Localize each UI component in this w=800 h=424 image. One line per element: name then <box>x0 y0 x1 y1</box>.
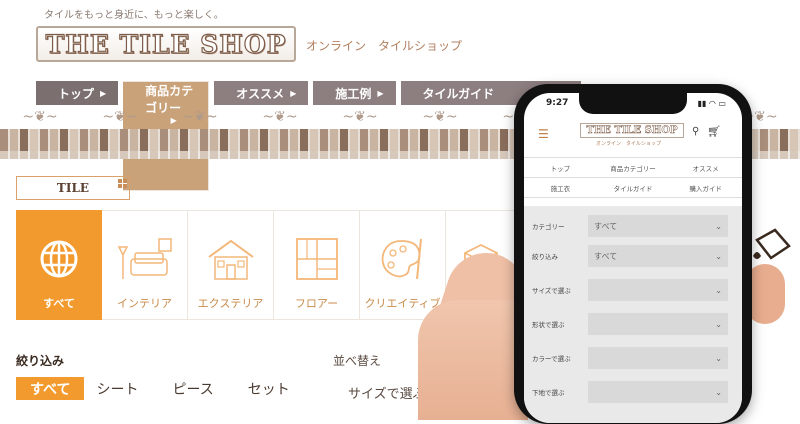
nav-recommended-label: オススメ <box>236 86 285 101</box>
mobile-filter-label: カテゴリー <box>532 223 565 231</box>
mobile-filter-select[interactable]: ⌄ <box>588 279 728 301</box>
filter-tab-set[interactable]: セット <box>226 377 302 400</box>
nav-examples-label: 施工例 <box>335 86 372 101</box>
nav-examples[interactable]: 施工例 ▶ <box>313 81 396 105</box>
category-exterior[interactable]: エクステリア <box>188 210 274 320</box>
mobile-filter-color[interactable]: カラーで選ぶ ⌄ <box>532 346 728 370</box>
phone-screen: 9:27 ▮▮ ◠ ▭ ☰ THE TILE SHOP オンライン タイルショッ… <box>524 93 742 423</box>
house-icon <box>203 229 259 289</box>
mobile-filter-select[interactable]: すべて ⌄ <box>588 245 728 267</box>
menu-icon[interactable]: ☰ <box>538 127 549 141</box>
filter-tab-all[interactable]: すべて <box>16 377 85 400</box>
chevron-down-icon: ⌄ <box>715 251 722 261</box>
chevron-down-icon: ⌄ <box>715 285 722 295</box>
filter-tab-piece[interactable]: ピース <box>150 377 225 400</box>
mobile-filter-select[interactable]: すべて ⌄ <box>588 215 728 237</box>
mobile-filter-size[interactable]: サイズで選ぶ ⌄ <box>532 278 728 302</box>
chevron-down-icon: ⌄ <box>715 353 722 363</box>
mobile-header: ☰ THE TILE SHOP オンライン タイルショップ ⚲ 🛒︎ <box>524 115 742 149</box>
select-value: すべて <box>594 221 618 231</box>
sort-label: 並べ替え <box>333 354 382 368</box>
nav-recommended[interactable]: オススメ ▶ <box>214 81 309 105</box>
tile-grid-icon <box>118 179 127 188</box>
category-floor[interactable]: フロアー <box>274 210 360 320</box>
mobile-filter-label: カラーで選ぶ <box>532 355 571 363</box>
filter-tab-sheet[interactable]: シート <box>84 377 150 400</box>
nav-top[interactable]: トップ ▶ <box>36 81 119 105</box>
tagline: タイルをもっと身近に、もっと楽しく。 <box>44 10 224 21</box>
mobile-filter-refine[interactable]: 絞り込み すべて ⌄ <box>532 244 728 268</box>
mobile-nav-top[interactable]: トップ <box>524 158 597 178</box>
mobile-nav-categories[interactable]: 商品カテゴリー <box>596 158 670 178</box>
cart-icon[interactable]: 🛒︎ <box>707 125 721 138</box>
filter-label: 絞り込み <box>16 354 65 368</box>
category-creative-label: クリエイティブ <box>364 297 441 310</box>
mobile-nav-examples[interactable]: 施工衣 <box>524 178 597 198</box>
sofa-lamp-icon <box>113 229 177 289</box>
category-exterior-label: エクステリア <box>197 297 264 310</box>
logo-text: THE TILE SHOP <box>45 29 287 59</box>
mobile-nav-purchase-guide[interactable]: 購入ガイド <box>669 178 742 198</box>
search-icon[interactable]: ⚲ <box>692 126 699 137</box>
phone-notch <box>579 93 687 114</box>
category-all-label: すべて <box>43 297 75 310</box>
category-interior[interactable]: インテリア <box>102 210 188 320</box>
nav-tile-guide-label: タイルガイド <box>422 86 495 101</box>
palette-icon <box>377 229 429 289</box>
mobile-filter-panel: カテゴリー すべて ⌄ 絞り込み すべて ⌄ サイズで選ぶ ⌄ 形状で選ぶ ⌄ カラーで選ぶ… <box>524 206 742 423</box>
sort-by-size[interactable]: サイズで選ぶ <box>348 383 426 402</box>
mobile-logo-sub: オンライン タイルショップ <box>596 141 662 147</box>
chevron-down-icon: ⌄ <box>715 319 722 329</box>
category-floor-label: フロアー <box>294 297 339 310</box>
smartphone: 9:27 ▮▮ ◠ ▭ ☰ THE TILE SHOP オンライン タイルショッ… <box>514 84 752 424</box>
mobile-filter-label: 形状で選ぶ <box>532 321 565 329</box>
status-icons: ▮▮ ◠ ▭ <box>697 99 726 108</box>
chevron-right-icon: ▶ <box>100 88 107 98</box>
category-all[interactable]: すべて <box>16 210 102 320</box>
mobile-filter-base[interactable]: 下地で選ぶ ⌄ <box>532 380 728 404</box>
status-time: 9:27 <box>546 98 569 108</box>
chevron-down-icon: ⌄ <box>715 221 722 231</box>
mobile-filter-label: サイズで選ぶ <box>532 287 571 295</box>
select-value: すべて <box>594 251 618 261</box>
mobile-filter-category[interactable]: カテゴリー すべて ⌄ <box>532 214 728 238</box>
floor-tile-icon <box>293 229 341 289</box>
chevron-down-icon: ⌄ <box>715 387 722 397</box>
mobile-logo[interactable]: THE TILE SHOP <box>580 123 684 138</box>
mobile-filter-label: 下地で選ぶ <box>532 389 565 397</box>
mobile-filter-label: 絞り込み <box>532 253 558 261</box>
mobile-nav: トップ 商品カテゴリー オススメ 施工衣 タイルガイド 購入ガイド <box>524 157 742 198</box>
section-title-text: TILE <box>56 181 90 195</box>
mobile-filter-select[interactable]: ⌄ <box>588 347 728 369</box>
mobile-filter-select[interactable]: ⌄ <box>588 313 728 335</box>
filter-tabs: すべて シート ピース セット <box>16 377 302 400</box>
hand-palm <box>418 300 528 420</box>
section-title: TILE <box>16 176 130 200</box>
chevron-right-icon: ▶ <box>290 88 297 98</box>
shop-name: オンライン タイルショップ <box>306 39 463 53</box>
mobile-nav-tile-guide[interactable]: タイルガイド <box>596 178 670 198</box>
site-logo[interactable]: THE TILE SHOP <box>36 26 296 62</box>
mobile-nav-recommended[interactable]: オススメ <box>669 158 742 178</box>
globe-icon <box>39 229 79 289</box>
mobile-filter-shape[interactable]: 形状で選ぶ ⌄ <box>532 312 728 336</box>
category-interior-label: インテリア <box>117 297 172 310</box>
chevron-right-icon: ▶ <box>377 88 384 98</box>
nav-top-label: トップ <box>58 86 95 101</box>
category-creative[interactable]: クリエイティブ <box>360 210 446 320</box>
